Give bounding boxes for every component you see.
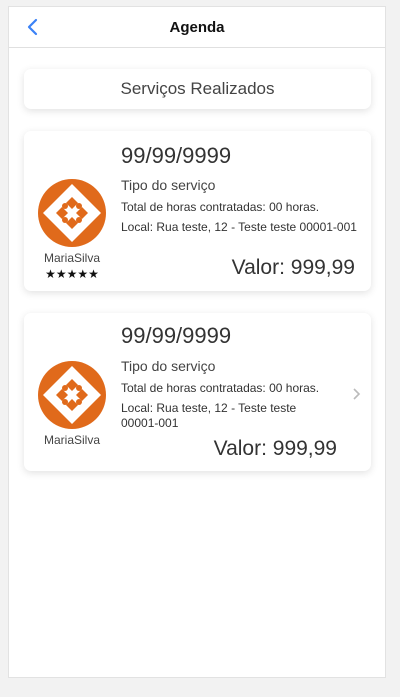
service-date: 99/99/9999	[121, 323, 232, 348]
service-type: Tipo do serviço	[121, 177, 216, 193]
service-location: Local: Rua teste, 12 - Teste teste 00001…	[121, 401, 297, 430]
service-card[interactable]: MariaSilva ★★★★★ 99/99/9999 Tipo do serv…	[24, 131, 371, 291]
service-date: 99/99/9999	[121, 143, 232, 168]
service-value: Valor: 999,99	[231, 256, 355, 279]
service-card[interactable]: MariaSilva 99/99/9999 Tipo do serviço To…	[24, 313, 371, 471]
header: Agenda	[9, 7, 385, 48]
provider-logo	[38, 361, 106, 429]
provider-name: MariaSilva	[43, 251, 100, 265]
chevron-right-icon[interactable]	[351, 387, 361, 401]
section-title: Serviços Realizados	[24, 69, 371, 109]
service-hours: Total de horas contratadas: 00 horas.	[121, 381, 320, 395]
app-frame: Agenda Serviços Realizados MariaSilva ★★…	[8, 6, 386, 678]
service-hours: Total de horas contratadas: 00 horas.	[121, 200, 320, 214]
page-title: Agenda	[169, 19, 225, 36]
service-type: Tipo do serviço	[121, 358, 216, 374]
service-location: Local: Rua teste, 12 - Teste teste 00001…	[121, 220, 357, 234]
provider-logo	[38, 179, 106, 247]
provider-name: MariaSilva	[43, 433, 100, 447]
rating-stars: ★★★★★	[45, 267, 99, 281]
service-value: Valor: 999,99	[213, 437, 337, 460]
